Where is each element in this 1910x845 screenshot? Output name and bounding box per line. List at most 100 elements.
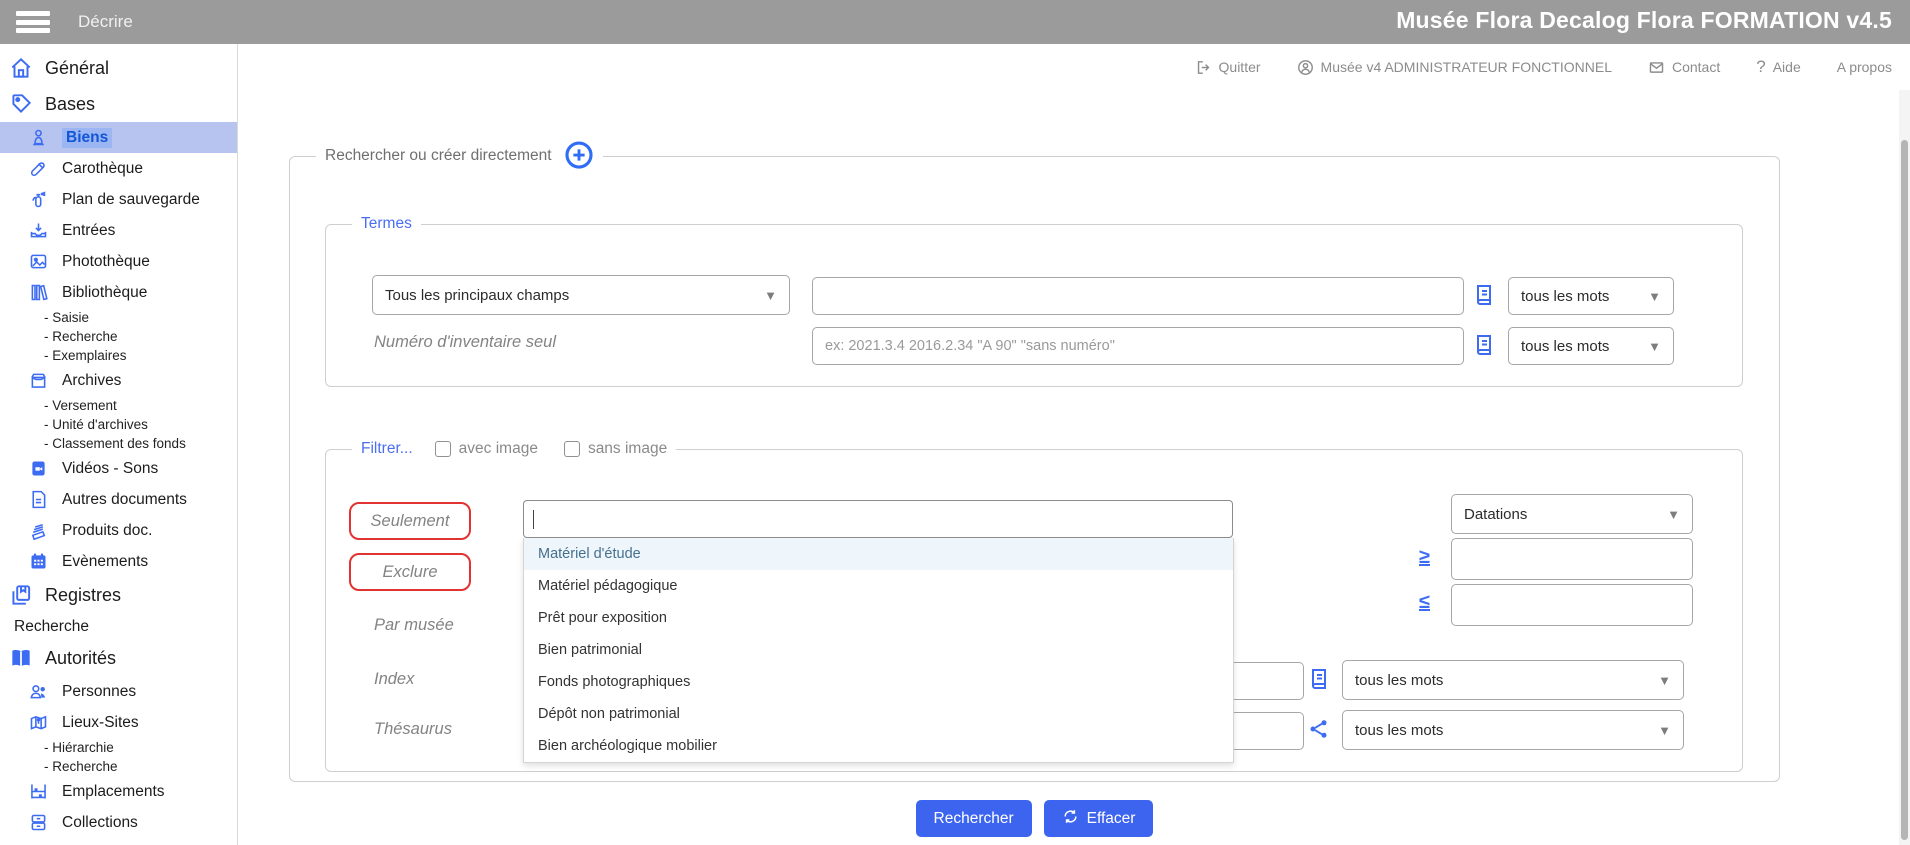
sidebar-item-exemplaires[interactable]: - Exemplaires xyxy=(0,346,237,365)
sidebar-item-versement[interactable]: - Versement xyxy=(0,396,237,415)
sidebar-item-label: - Exemplaires xyxy=(44,348,127,363)
sidebar-item-archives[interactable]: Archives xyxy=(0,365,237,396)
sidebar-item-label: - Recherche xyxy=(44,759,118,774)
scrollbar-thumb[interactable] xyxy=(1901,140,1908,840)
without-image-checkbox-group[interactable]: sans image xyxy=(564,440,667,458)
sidebar-item-collections[interactable]: Collections xyxy=(0,807,237,838)
lte-symbol: ≤ xyxy=(1419,591,1430,614)
exclude-filter-badge[interactable]: Exclure xyxy=(349,553,471,591)
menu-icon[interactable] xyxy=(16,11,50,33)
create-record-button[interactable] xyxy=(564,141,594,171)
terms-match-select[interactable]: tous les mots ▼ xyxy=(1508,277,1674,315)
thesaurus-picker-button[interactable] xyxy=(1307,717,1333,743)
archive-box-icon xyxy=(28,370,49,391)
sidebar-item-plan-sauvegarde[interactable]: Plan de sauvegarde xyxy=(0,184,237,215)
document-icon xyxy=(28,489,49,510)
inventory-match-select[interactable]: tous les mots ▼ xyxy=(1508,327,1674,365)
date-from-input[interactable] xyxy=(1451,538,1693,580)
index-match-select[interactable]: tous les mots ▼ xyxy=(1342,660,1684,700)
quit-link[interactable]: Quitter xyxy=(1195,59,1261,76)
contact-link[interactable]: Contact xyxy=(1648,59,1720,76)
clear-button[interactable]: Effacer xyxy=(1044,800,1154,837)
sidebar-item-label: Autres documents xyxy=(62,491,187,509)
date-to-input[interactable] xyxy=(1451,584,1693,626)
chevron-down-icon: ▼ xyxy=(1648,289,1661,304)
with-image-checkbox[interactable] xyxy=(435,441,451,457)
sidebar-item-carotheque[interactable]: Carothèque xyxy=(0,153,237,184)
sidebar-item-produits-doc[interactable]: Produits doc. xyxy=(0,515,237,546)
sidebar-item-emplacements[interactable]: Emplacements xyxy=(0,776,237,807)
lexicon-picker-button[interactable] xyxy=(1472,333,1498,359)
search-button[interactable]: Rechercher xyxy=(916,800,1032,837)
sidebar-item-label: Bibliothèque xyxy=(62,284,147,302)
dropdown-option[interactable]: Bien patrimonial xyxy=(524,634,1233,666)
only-filter-badge[interactable]: Seulement xyxy=(349,502,471,540)
filter-legend: Filtrer... xyxy=(361,440,413,458)
field-scope-select[interactable]: Tous les principaux champs ▼ xyxy=(372,275,790,315)
sidebar-item-registres[interactable]: Registres xyxy=(0,577,237,613)
dropdown-option[interactable]: Matériel pédagogique xyxy=(524,570,1233,602)
about-link[interactable]: A propos xyxy=(1837,59,1892,75)
sidebar-item-evenements[interactable]: Evènements xyxy=(0,546,237,577)
plus-circle-icon xyxy=(564,140,594,173)
video-file-icon xyxy=(28,458,49,479)
sidebar-item-autres-documents[interactable]: Autres documents xyxy=(0,484,237,515)
status-filter-input[interactable] xyxy=(523,500,1233,538)
app-title: Musée Flora Decalog Flora FORMATION v4.5 xyxy=(1396,7,1892,34)
book-icon xyxy=(1472,333,1496,360)
sidebar-item-label: Carothèque xyxy=(62,160,143,178)
sidebar-item-lieux-sites[interactable]: Lieux-Sites xyxy=(0,707,237,738)
sidebar-item-bases[interactable]: Bases xyxy=(0,86,237,122)
index-lexicon-button[interactable] xyxy=(1307,667,1333,693)
chevron-down-icon: ▼ xyxy=(1658,673,1671,688)
help-link[interactable]: ? Aide xyxy=(1756,57,1801,77)
artifact-icon xyxy=(28,127,49,148)
sidebar-item-bibliotheque[interactable]: Bibliothèque xyxy=(0,277,237,308)
inventory-number-input[interactable] xyxy=(812,327,1464,365)
thesaurus-match-select[interactable]: tous les mots ▼ xyxy=(1342,710,1684,750)
logout-icon xyxy=(1195,59,1212,76)
sidebar-item-phototheque[interactable]: Photothèque xyxy=(0,246,237,277)
paper-stack-icon xyxy=(28,520,49,541)
sidebar-item-autorites[interactable]: Autorités xyxy=(0,640,237,676)
sidebar-item-label: Entrées xyxy=(62,222,115,240)
module-title: Décrire xyxy=(78,12,133,32)
without-image-checkbox[interactable] xyxy=(564,441,580,457)
registers-icon xyxy=(8,582,34,608)
dropdown-option[interactable]: Bien archéologique mobilier xyxy=(524,730,1233,762)
sidebar-item-classement-fonds[interactable]: - Classement des fonds xyxy=(0,434,237,453)
sidebar-item-videos-sons[interactable]: Vidéos - Sons xyxy=(0,453,237,484)
sidebar-item-personnes[interactable]: Personnes xyxy=(0,676,237,707)
sidebar-item-label: Autorités xyxy=(45,648,116,669)
book-icon xyxy=(1307,667,1331,694)
sidebar-item-hierarchie[interactable]: - Hiérarchie xyxy=(0,738,237,757)
sidebar-item-recherche-biblio[interactable]: - Recherche xyxy=(0,327,237,346)
terms-input[interactable] xyxy=(812,277,1464,315)
datations-select[interactable]: Datations ▼ xyxy=(1451,494,1693,534)
sidebar-item-general[interactable]: Général xyxy=(0,50,237,86)
dropdown-option[interactable]: Prêt pour exposition xyxy=(524,602,1233,634)
open-book-icon xyxy=(8,645,34,671)
vertical-scrollbar[interactable] xyxy=(1899,90,1910,845)
dropdown-option[interactable]: Dépôt non patrimonial xyxy=(524,698,1233,730)
gte-symbol: ≥ xyxy=(1419,546,1430,569)
sidebar-item-label: Lieux-Sites xyxy=(62,714,139,732)
sidebar-item-unite-archives[interactable]: - Unité d'archives xyxy=(0,415,237,434)
terms-legend: Termes xyxy=(352,215,421,233)
chevron-down-icon: ▼ xyxy=(1658,723,1671,738)
sidebar-item-recherche-registres[interactable]: Recherche xyxy=(0,613,237,640)
sidebar-item-label: Produits doc. xyxy=(62,522,152,540)
sidebar-item-biens[interactable]: Biens xyxy=(0,122,237,153)
header-toolbar: Quitter Musée v4 ADMINISTRATEUR FONCTION… xyxy=(238,44,1910,90)
dropdown-option[interactable]: Matériel d'étude xyxy=(524,538,1233,570)
sidebar-item-saisie[interactable]: - Saisie xyxy=(0,308,237,327)
sidebar-item-entrees[interactable]: Entrées xyxy=(0,215,237,246)
text-cursor xyxy=(533,510,534,529)
sidebar-item-label: - Versement xyxy=(44,398,117,413)
with-image-checkbox-group[interactable]: avec image xyxy=(435,440,538,458)
user-menu[interactable]: Musée v4 ADMINISTRATEUR FONCTIONNEL xyxy=(1297,59,1612,76)
dropdown-option[interactable]: Fonds photographiques xyxy=(524,666,1233,698)
status-dropdown-list: Matériel d'étudeMatériel pédagogiquePrêt… xyxy=(523,538,1234,763)
sidebar-item-recherche-lieux[interactable]: - Recherche xyxy=(0,757,237,776)
lexicon-picker-button[interactable] xyxy=(1472,283,1498,309)
